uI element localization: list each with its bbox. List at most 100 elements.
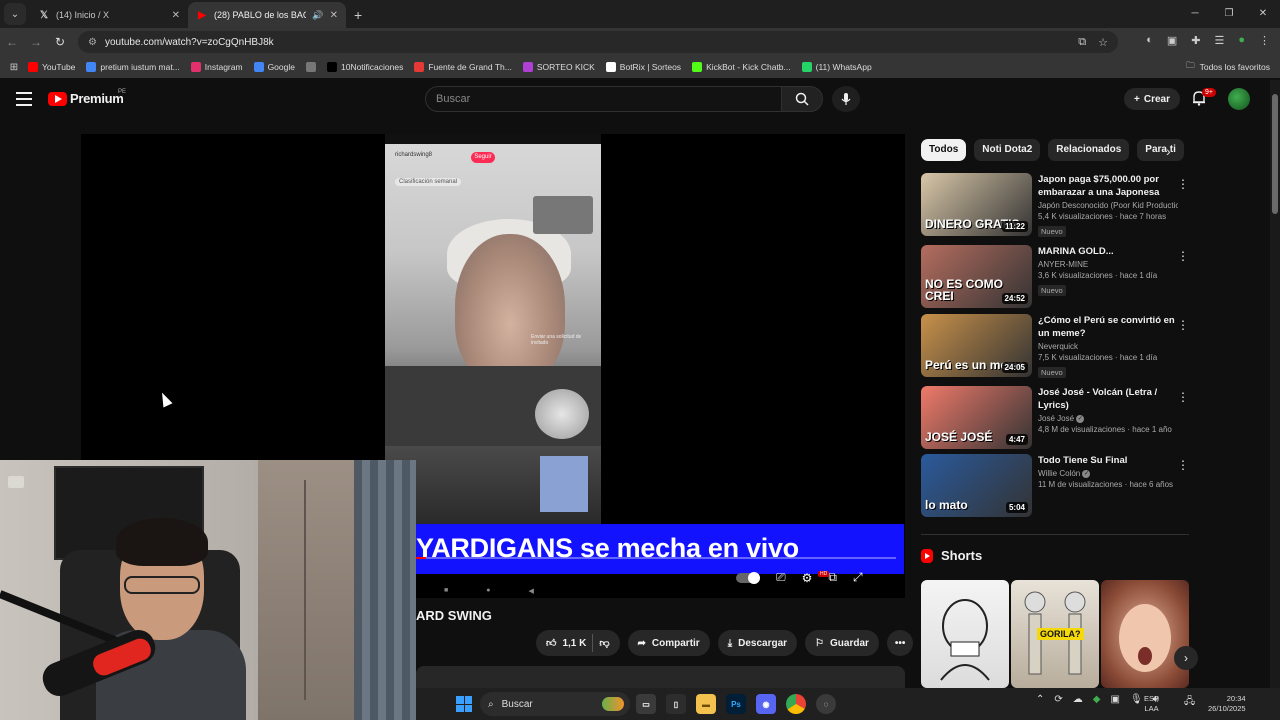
settings-gear-icon[interactable]: ⚙ <box>802 571 813 585</box>
profile-icon[interactable]: ● <box>1238 34 1245 47</box>
video-thumbnail[interactable]: DINERO GRATIS 11:22 <box>921 173 1032 236</box>
bookmark-star-icon[interactable]: ☆ <box>1098 36 1108 49</box>
hamburger-menu-icon[interactable] <box>16 92 32 110</box>
system-clock[interactable]: 20:34 26/10/2025 <box>1208 694 1246 714</box>
short-thumbnail[interactable] <box>1101 580 1189 688</box>
more-options-icon[interactable]: ⋮ <box>1177 390 1189 404</box>
windows-start-icon[interactable] <box>456 696 472 712</box>
dislike-icon[interactable]: 👎︎ <box>599 637 609 649</box>
chrome-icon[interactable] <box>786 694 806 714</box>
chip-filter[interactable]: Noti Dota2 <box>974 139 1041 161</box>
recommended-video[interactable]: DINERO GRATIS 11:22 Japon paga $75,000.00 … <box>921 173 1189 237</box>
all-bookmarks-button[interactable]: 🗀 Todos los favoritos <box>1186 60 1270 74</box>
tray-app-icon[interactable]: ◆ <box>1093 694 1101 705</box>
reload-icon[interactable]: ↻ <box>48 35 72 49</box>
address-bar[interactable]: ⚙ youtube.com/watch?v=zoCgQnHBJ8k ⧉ ☆ <box>78 31 1118 53</box>
chip-filter[interactable]: Para ti <box>1137 139 1184 161</box>
recommended-video[interactable]: Perú es un meme 24:05 ¿Cómo el Perú se con… <box>921 314 1189 378</box>
download-button[interactable]: ⤓ Descargar <box>717 630 798 656</box>
bookmark-item[interactable]: (11) WhatsApp <box>801 62 872 72</box>
video-thumbnail[interactable]: Perú es un meme 24:05 <box>921 314 1032 377</box>
close-window-icon[interactable]: ✕ <box>1246 0 1280 26</box>
close-icon[interactable]: ✕ <box>172 10 180 21</box>
cast-icon[interactable]: ⧉ <box>1078 36 1086 49</box>
search-input[interactable]: Buscar <box>425 86 782 112</box>
channel-name[interactable]: Willie Colón ✓ <box>1038 469 1178 478</box>
bookmark-item[interactable]: KickBot - Kick Chatb... <box>692 62 791 72</box>
bookmark-item[interactable]: SORTEO KICK <box>522 62 595 72</box>
video-title[interactable]: ¿Cómo el Perú se convirtió en un meme? <box>1038 314 1178 340</box>
app-icon[interactable]: ▯ <box>666 694 686 714</box>
chip-filter[interactable]: Todos <box>921 139 967 161</box>
create-button[interactable]: + Crear <box>1124 88 1180 110</box>
tray-app-icon[interactable]: ▣ <box>1110 694 1119 705</box>
like-count[interactable]: 1,1 K <box>562 638 586 649</box>
puzzle-icon[interactable]: ✚ <box>1191 34 1200 47</box>
photoshop-icon[interactable]: Ps <box>726 694 746 714</box>
video-thumbnail[interactable]: JOSÉ JOSÉ 4:47 <box>921 386 1032 449</box>
channel-name[interactable]: José José ✓ <box>1038 414 1178 423</box>
more-options-icon[interactable]: ⋮ <box>1177 458 1189 472</box>
miniplayer-icon[interactable]: ⧉ <box>828 570 837 585</box>
chevron-right-icon[interactable]: › <box>1166 143 1171 159</box>
save-button[interactable]: ⚐ Guardar <box>805 630 879 656</box>
scrollbar-thumb[interactable] <box>1272 94 1278 214</box>
reading-list-icon[interactable]: ☰ <box>1214 34 1224 47</box>
video-thumbnail[interactable]: NO ES COMO CREI 24:52 <box>921 245 1032 308</box>
more-actions-button[interactable]: ••• <box>886 630 914 656</box>
back-icon[interactable]: ← <box>0 35 24 49</box>
discord-icon[interactable]: ◉ <box>756 694 776 714</box>
tab-search-button[interactable]: ⌄ <box>4 3 26 25</box>
taskbar-search[interactable]: ⌕ Buscar <box>480 692 630 716</box>
video-progress-bar[interactable] <box>416 557 896 559</box>
recommended-video[interactable]: NO ES COMO CREI 24:52 MARINA GOLD... ANYER-… <box>921 245 1189 309</box>
avatar[interactable] <box>1228 88 1250 110</box>
site-info-icon[interactable]: ⚙ <box>88 37 97 48</box>
file-explorer-icon[interactable]: ▬ <box>696 694 716 714</box>
forward-icon[interactable]: → <box>24 35 48 49</box>
description-box[interactable] <box>416 666 905 688</box>
video-title[interactable]: Todo Tiene Su Final <box>1038 454 1178 467</box>
keyboard-language[interactable]: ESP LAA <box>1144 694 1159 714</box>
app-icon[interactable]: ◌ <box>816 694 836 714</box>
tab-youtube-video[interactable]: ▶ (28) PABLO de los BACKYARDIGANS 🔊 ✕ <box>188 2 346 28</box>
bookmark-item[interactable]: Instagram <box>190 62 243 72</box>
video-title[interactable]: José José - Volcán (Letra / Lyrics) <box>1038 386 1178 412</box>
new-tab-button[interactable]: + <box>354 7 362 23</box>
chevron-up-icon[interactable]: ⌃ <box>1036 694 1044 705</box>
autoplay-toggle[interactable] <box>736 571 760 584</box>
task-view-icon[interactable]: ▭ <box>636 694 656 714</box>
youtube-logo[interactable]: Premium PE <box>48 89 126 106</box>
page-scrollbar[interactable] <box>1270 80 1280 688</box>
voice-search-button[interactable] <box>832 86 860 112</box>
video-thumbnail[interactable]: lo mato 5:04 <box>921 454 1032 517</box>
like-icon[interactable]: 👍︎ <box>546 637 556 649</box>
tab-x-inicio[interactable]: 𝕏 (14) Inicio / X ✕ <box>30 2 188 28</box>
speaker-icon[interactable]: 🔊 <box>312 10 323 21</box>
bookmark-item[interactable] <box>305 62 316 72</box>
bookmark-item[interactable]: BotRix | Sorteos <box>605 62 681 72</box>
menu-dots-icon[interactable]: ⋮ <box>1259 34 1270 47</box>
more-options-icon[interactable]: ⋮ <box>1177 177 1189 191</box>
bookmark-item[interactable]: Google <box>253 62 295 72</box>
more-options-icon[interactable]: ⋮ <box>1177 249 1189 263</box>
recommended-video[interactable]: JOSÉ JOSÉ 4:47 José José - Volcán (Letra /… <box>921 386 1189 450</box>
extension-icon[interactable]: ◐ <box>1146 34 1153 47</box>
close-icon[interactable]: ✕ <box>330 10 338 21</box>
share-button[interactable]: ➦ Compartir <box>627 630 710 656</box>
cloud-icon[interactable]: ☁ <box>1073 694 1083 705</box>
microphone-icon[interactable]: 🎙︎ <box>1130 694 1143 705</box>
video-title[interactable]: Japon paga $75,000.00 por embarazar a un… <box>1038 173 1178 199</box>
chip-filter[interactable]: Relacionados <box>1048 139 1130 161</box>
search-button[interactable] <box>781 86 823 112</box>
bookmark-item[interactable]: pretium iustum mat... <box>86 62 180 72</box>
channel-name[interactable]: Japón Desconocido (Poor Kid Productio... <box>1038 201 1178 210</box>
channel-name[interactable]: ANYER-MINE <box>1038 260 1178 269</box>
minimize-icon[interactable]: ─ <box>1178 0 1212 26</box>
recommended-video[interactable]: lo mato 5:04 Todo Tiene Su Final Willie Col… <box>921 454 1189 518</box>
apps-grid-icon[interactable]: ⊞ <box>0 62 28 73</box>
network-icon[interactable]: 🖧︎ <box>1184 694 1195 711</box>
shorts-next-button[interactable]: › <box>1174 646 1198 670</box>
maximize-icon[interactable]: ❐ <box>1212 0 1246 26</box>
channel-name[interactable]: Neverquick <box>1038 342 1178 351</box>
